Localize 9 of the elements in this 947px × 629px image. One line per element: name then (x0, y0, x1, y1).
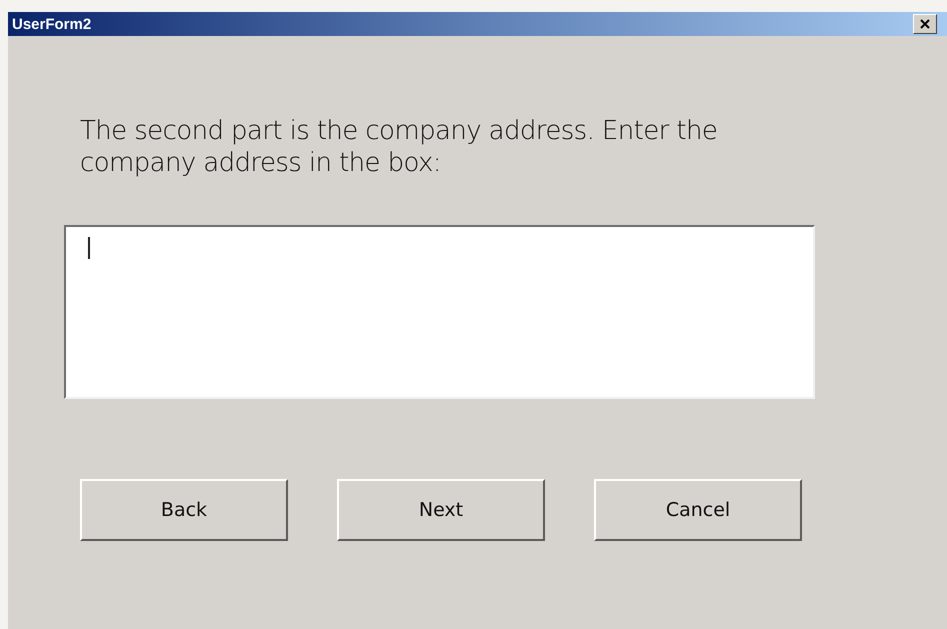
form-button[interactable]: Next (337, 479, 545, 541)
form-button[interactable]: Cancel (594, 479, 802, 541)
close-button[interactable] (913, 14, 937, 34)
text-cursor (88, 237, 90, 259)
close-icon (919, 18, 931, 30)
window-title: UserForm2 (12, 16, 92, 32)
address-field[interactable] (64, 225, 815, 399)
form-button[interactable]: Back (80, 479, 288, 541)
instruction-text: The second part is the company address. Enter the company address in the box: (80, 115, 718, 179)
